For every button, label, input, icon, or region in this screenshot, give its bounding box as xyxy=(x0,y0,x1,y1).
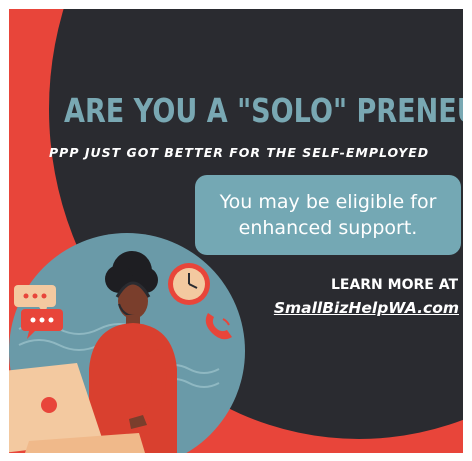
illustration xyxy=(9,233,245,453)
ad-banner: ARE YOU A "SOLO" PRENEUR? PPP JUST GOT B… xyxy=(9,9,463,453)
clock-icon xyxy=(168,263,210,305)
